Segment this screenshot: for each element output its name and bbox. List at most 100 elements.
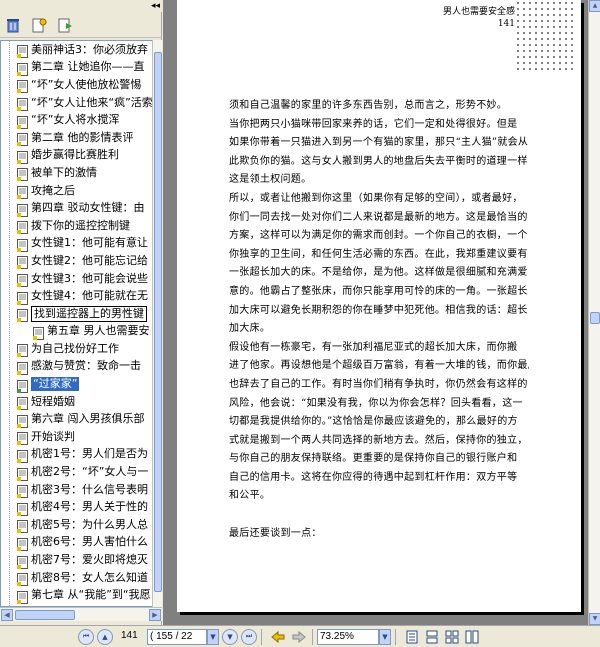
scrollbar-thumb[interactable] [154,52,162,592]
bookmark-label: 第七章 从“我能”到“我愿 [31,588,151,602]
bookmark-item[interactable]: 第七章 从“我能”到“我愿 [1,586,152,604]
new-bookmark-icon[interactable] [28,14,50,36]
facing-view-icon[interactable] [444,629,460,645]
bookmark-item[interactable]: 拨下你的遥控控制键 [1,217,152,235]
bookmark-item[interactable]: 短程婚姻 [1,393,152,411]
document-vertical-scrollbar[interactable]: ▲ ▼ [588,0,600,625]
first-page-icon[interactable]: ⏮ [78,628,94,645]
scroll-up-icon[interactable]: ▲ [589,0,600,12]
bookmark-item[interactable]: 机密7号：爱火即将熄灭 [1,551,152,569]
bookmark-item[interactable]: “过家家” [1,375,152,393]
continuous-facing-view-icon[interactable] [464,629,480,645]
text-line: 式就是搬到一个两人共同选择的新地方去。然后，保持你的独立， [229,434,528,446]
bookmark-item[interactable]: 机密6号：男人害怕什么 [1,534,152,552]
bookmark-label: 第二章 他的影情表评 [31,130,134,144]
text-line [229,506,529,525]
bookmark-label: 女性键3：他可能会说些 [31,271,148,285]
text-line: 风险，他会说：“如果没有我，你以为你会怎样？回头看看，这一 [229,397,523,409]
text-line: 加大床可以避免长期积怨的你在睡梦中犯死他。相信我的话：超长 [229,304,528,316]
page-decoration-dots [515,0,573,72]
bookmark-item[interactable]: 感激与赞赏：致命一击 [1,358,152,376]
bookmark-label: 机密5号：为什么男人总 [31,517,148,531]
bookmark-page-icon [33,325,44,340]
bookmark-item[interactable]: 第四章 驳动女性键：由 [1,199,152,217]
bookmark-item[interactable]: 机密4号：男人关于性的 [1,498,152,516]
bookmark-label: 找到遥控器上的男性键 [31,305,147,322]
bookmark-page-icon [17,518,28,534]
bookmark-item[interactable]: “坏”女人让他来“疯”活索 [1,94,152,112]
bookmark-item[interactable]: 女性键1：他可能有意让 [1,235,152,253]
bookmark-label: 第四章 驳动女性键：由 [31,201,145,215]
bookmark-item[interactable]: 机密5号：为什么男人总 [1,516,152,534]
bookmarks-vertical-scrollbar[interactable] [152,40,162,607]
separator [312,628,313,645]
bookmark-page-icon [17,96,28,112]
pdf-reader-window: ◂◂ 美丽神话3：你必须放弃 第二章 让她追你——直 “坏”女人使他放松警惕 “… [0,0,600,647]
back-arrow-icon[interactable] [269,629,287,645]
bookmark-item[interactable]: 第二章 他的影情表评 [1,129,152,147]
text-line: 进了他家。再设想他是个超级百万富翁，有着一大堆的钱，而你最后 [229,360,529,372]
bookmark-item[interactable]: 美丽神话3：你必须放弃 [1,41,152,59]
scroll-right-icon[interactable]: ▶ [149,609,161,621]
bookmark-item[interactable]: 找到遥控器上的男性键 [1,305,152,323]
bookmark-label: 开始谈判 [31,429,75,443]
page-dropdown-icon[interactable]: ▼ [207,628,219,645]
bookmark-item[interactable]: 婚步赢得比赛胜利 [1,147,152,165]
bookmark-item[interactable]: 为自己找份好工作 [1,340,152,358]
page-of-field[interactable]: ( 155 / 22 [147,628,207,645]
single-page-view-icon[interactable] [404,629,420,645]
bookmark-item[interactable]: 第二章 让她追你——直 [1,59,152,77]
continuous-view-icon[interactable] [424,629,440,645]
bookmark-item[interactable]: 机密2号：“坏”女人与一 [1,463,152,481]
bookmark-item[interactable]: 机密1号：男人们是否为 [1,446,152,464]
zoom-field[interactable]: 73.25% [317,628,379,645]
zoom-dropdown-icon[interactable]: ▼ [379,628,391,645]
bookmark-label: 感激与赞赏：致命一击 [31,359,141,373]
text-line: 最后还要谈到一点： [229,527,322,539]
bookmark-item[interactable]: 机密8号：女人怎么知道 [1,569,152,587]
bookmark-item[interactable]: “坏”女人使他放松警惕 [1,76,152,94]
scroll-down-icon[interactable]: ▼ [589,613,600,625]
text-line: 须和自己温馨的家里的许多东西告别，总而言之，形势不妙。 [229,100,508,111]
bookmark-item[interactable]: 女性键2：他可能忘记给 [1,252,152,270]
next-page-icon[interactable]: ▼ [222,628,238,645]
bookmark-item[interactable]: 女性键4：他可能就在无 [1,287,152,305]
current-page-field[interactable]: 141 [119,629,147,645]
bookmark-tree: 美丽神话3：你必须放弃 第二章 让她追你——直 “坏”女人使他放松警惕 “坏”女人让他… [0,40,152,607]
bookmark-item[interactable]: 被单下的激情 [1,164,152,182]
scrollbar-thumb[interactable] [590,312,600,324]
text-line: 方案，这样可以为满足你的需求而创封。一个你自己的衣橱，一个 [229,230,528,242]
text-line: 所以，或者让他搬到你这里（如果你有足够的空间），或者最好， [229,192,523,204]
scroll-left-icon[interactable]: ◀ [1,609,13,621]
bookmark-label: “坏”女人让他来“疯”活索 [31,95,152,109]
bookmarks-horizontal-scrollbar[interactable]: ◀ ▶ [0,607,162,621]
bookmark-page-icon [17,149,28,164]
bookmark-item[interactable]: “坏”女人将水搅浑 [1,111,152,129]
bookmark-page-icon [17,430,28,446]
bookmark-item[interactable]: 第五章 男人也需要安 [1,323,152,341]
trash-icon[interactable] [2,14,24,36]
bookmark-page-icon [17,43,28,59]
text-line: 与你自己的朋友保持联络。更重要的是保持你自己的银行账户和 [229,453,518,465]
bookmark-label: “坏”女人将水搅浑 [31,113,120,127]
bookmark-page-icon [17,184,28,200]
bookmark-label: 攻掩之后 [31,183,75,197]
scrollbar-thumb[interactable] [15,610,75,620]
bookmark-item[interactable]: 攻掩之后 [1,182,152,200]
bookmark-item[interactable]: 女性键3：他可能会说些 [1,270,152,288]
bookmark-item[interactable]: 开始谈判 [1,428,152,446]
last-page-icon[interactable]: ⏭ [241,628,257,645]
bookmark-item[interactable]: 机密3号：什么信号表明 [1,481,152,499]
bookmark-item[interactable]: 第六章 闯入男孩俱乐部 [1,410,152,428]
bookmark-label: 机密8号：女人怎么知道 [31,570,148,584]
bookmark-page-icon [17,395,28,411]
expand-bookmark-icon[interactable] [54,14,76,36]
bookmark-label: 机密3号：什么信号表明 [31,482,148,496]
bookmark-page-icon [17,342,28,358]
bookmark-label: 第五章 男人也需要安 [47,324,150,338]
forward-arrow-icon[interactable] [290,629,308,645]
prev-page-icon[interactable]: ▲ [97,628,113,645]
bookmark-page-icon [17,78,28,94]
bookmark-page-icon [17,501,28,516]
collapse-panel-button[interactable]: ◂◂ [151,0,160,12]
